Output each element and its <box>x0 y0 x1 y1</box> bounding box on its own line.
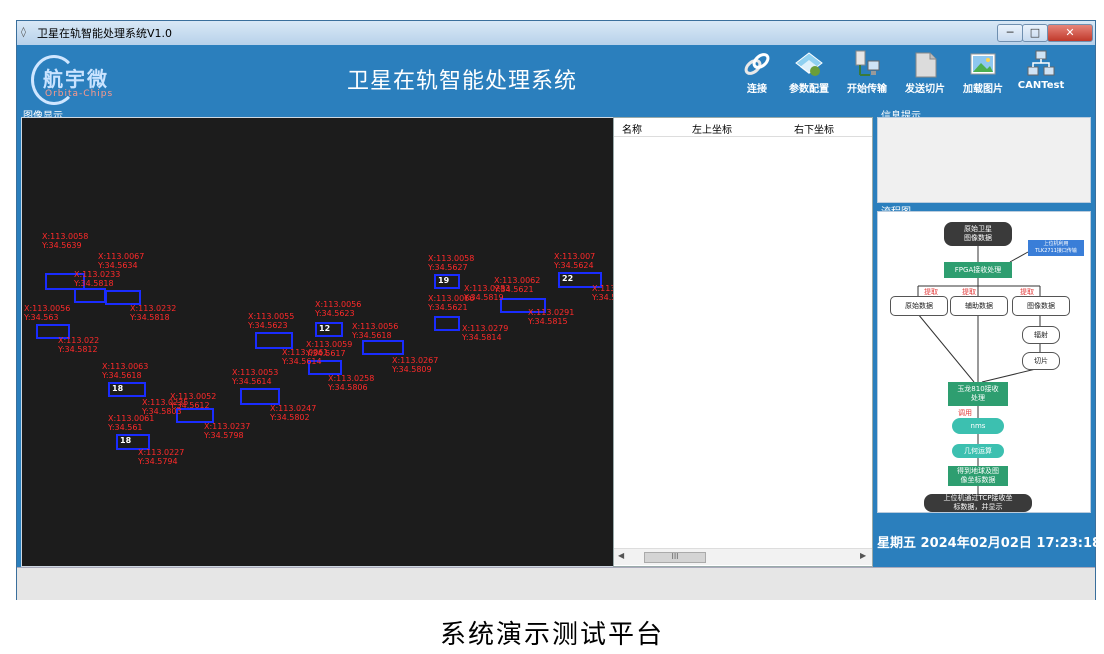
datetime-display: 星期五 2024年02月02日 17:23:18 <box>877 536 1102 551</box>
app-window: ◊ 卫星在轨智能处理系统V1.0 ─ □ ✕ 航宇微 Orbita-Chips … <box>16 20 1102 600</box>
flow-node-image-data: 图像数据 <box>1012 296 1070 316</box>
flow-node-geometry: 几何运算 <box>952 444 1004 458</box>
window-title: 卫星在轨智能处理系统V1.0 <box>37 27 173 40</box>
detection-coordinate-label: X:113.0061 Y:34.561 <box>108 414 155 432</box>
info-message-panel <box>877 117 1091 203</box>
detection-box[interactable] <box>362 340 404 355</box>
detection-overlay: X:113.0058 Y:34.5639 X:113.0067 Y:34.5634… <box>22 118 616 566</box>
detection-coordinate-label: X:113.0233 Y:34.5818 <box>74 270 121 288</box>
minimize-button[interactable]: ─ <box>997 24 1023 42</box>
detection-coordinate-label: X:113.0066 Y:34.5621 <box>428 294 475 312</box>
toolbar-label: 连接 <box>747 84 767 95</box>
company-logo: 航宇微 Orbita-Chips <box>25 49 121 105</box>
logo-text-cn: 航宇微 <box>43 67 109 91</box>
column-bottom-right[interactable]: 右下坐标 <box>794 121 834 136</box>
detection-box[interactable]: 18 <box>108 382 146 397</box>
detection-coordinate-label: X:113.0067 Y:34.5634 <box>98 252 145 270</box>
logo-text-en: Orbita-Chips <box>45 89 114 99</box>
scroll-thumb[interactable]: III <box>644 552 706 563</box>
detection-coordinate-label: X:113.0258 Y:34.5806 <box>328 374 375 392</box>
detection-coordinate-label: X:113.0056 Y:34.563 <box>24 304 71 322</box>
config-icon <box>795 52 823 76</box>
detection-coordinate-label: X:113.0063 Y:34.5618 <box>102 362 149 380</box>
detection-coordinate-label: X:113.0291 Y:34.5815 <box>528 308 575 326</box>
toolbar-load-image-button[interactable]: 加载图片 <box>955 49 1011 105</box>
detection-coordinate-label: X:113.022 Y:34.5812 <box>58 336 100 354</box>
detection-box[interactable] <box>240 388 280 405</box>
flow-node-yulong810: 玉龙810接收 处理 <box>948 382 1008 406</box>
column-top-left[interactable]: 左上坐标 <box>692 121 732 136</box>
detection-box[interactable] <box>255 332 293 349</box>
flow-node-raw-data: 原始数据 <box>890 296 948 316</box>
toolbar-cantest-button[interactable]: CANTest <box>1013 49 1069 105</box>
detection-coordinate-label: X:113.0232 Y:34.5818 <box>130 304 177 322</box>
send-slice-icon <box>915 52 937 78</box>
detection-coordinate-label: X:113.0247 Y:34.5802 <box>270 404 317 422</box>
detection-id: 19 <box>438 276 450 285</box>
detection-id: 18 <box>120 436 132 445</box>
flow-node-aux-data: 辅助数据 <box>950 296 1008 316</box>
detection-coordinate-label: X:113.0056 Y:34.5618 <box>352 322 399 340</box>
detection-coordinate-label: X:113.0055 Y:34.5623 <box>248 312 295 330</box>
detection-box[interactable]: 19 <box>434 274 460 289</box>
flowchart-panel: 原始卫星 图像数据 上位机利用 TLK2711接口传输 FPGA接收处理 提取 … <box>877 211 1091 513</box>
detection-coordinate-label: X:113.0237 Y:34.5798 <box>204 422 251 440</box>
toolbar-connect-button[interactable]: 连接 <box>729 49 785 105</box>
flow-node-tlk-transfer: 上位机利用 TLK2711接口传输 <box>1028 240 1084 256</box>
flow-node-slice: 切片 <box>1022 352 1060 370</box>
detection-id: 12 <box>319 324 331 333</box>
toolbar-transfer-button[interactable]: 开始传输 <box>839 49 895 105</box>
detection-coordinate-label: X:113.0227 Y:34.5794 <box>138 448 185 466</box>
detection-coordinate-label: X:113.0279 Y:34.5814 <box>462 324 509 342</box>
detection-coordinate-label: X:113.007 Y:34.5624 <box>554 252 596 270</box>
flow-edge-label: 调用 <box>958 409 972 417</box>
toolbar-label: 参数配置 <box>789 84 829 95</box>
toolbar-label: 加载图片 <box>963 84 1003 95</box>
detection-coordinate-label: X:113.0061 Y:34.5614 <box>282 348 329 366</box>
app-header: 航宇微 Orbita-Chips 卫星在轨智能处理系统 连接 参数配置 开始传输… <box>17 45 1095 109</box>
transfer-icon <box>855 50 880 76</box>
detection-coordinate-label: X:113.0053 Y:34.5614 <box>232 368 279 386</box>
status-bar <box>17 567 1095 600</box>
flow-node-fpga: FPGA接收处理 <box>944 262 1012 278</box>
toolbar-config-button[interactable]: 参数配置 <box>781 49 837 105</box>
toolbar-send-slice-button[interactable]: 发送切片 <box>897 49 953 105</box>
detection-box[interactable]: 12 <box>315 322 343 337</box>
toolbar-label: 开始传输 <box>847 84 887 95</box>
flow-node-tcp-display: 上位机通过TCP接收坐 标数据，并显示 <box>924 494 1032 512</box>
page-caption: 系统演示测试平台 <box>439 620 664 650</box>
detection-id: 18 <box>112 384 124 393</box>
detection-box[interactable] <box>434 316 460 331</box>
detection-coordinate-label: X:113.0267 Y:34.5809 <box>392 356 439 374</box>
maximize-button[interactable]: □ <box>1022 24 1048 42</box>
flow-node-coordinates: 得到地球及图 像坐标数据 <box>948 466 1008 486</box>
network-icon <box>1027 50 1055 76</box>
app-title: 卫星在轨智能处理系统 <box>347 69 578 94</box>
toolbar-label: CANTest <box>1017 80 1065 91</box>
title-bar: ◊ 卫星在轨智能处理系统V1.0 ─ □ ✕ <box>17 21 1095 45</box>
detection-coordinate-label: X:113.0056 Y:34.5623 <box>315 300 362 318</box>
detection-box[interactable] <box>74 288 106 303</box>
table-header: 名称 左上坐标 右下坐标 <box>614 118 872 137</box>
app-icon: ◊ <box>21 27 26 38</box>
scroll-right-icon[interactable]: ▶ <box>860 551 866 560</box>
flow-node-raw-image: 原始卫星 图像数据 <box>944 222 1012 246</box>
flow-node-nms: nms <box>952 418 1004 434</box>
close-button[interactable]: ✕ <box>1047 24 1093 42</box>
flow-node-radiation: 辐射 <box>1022 326 1060 344</box>
detection-coordinate-label: X:113.0058 Y:34.5639 <box>42 232 89 250</box>
link-icon <box>744 53 770 75</box>
horizontal-scrollbar[interactable]: ◀ III ▶ <box>614 548 872 565</box>
coordinates-table[interactable]: 名称 左上坐标 右下坐标 ◀ III ▶ <box>613 117 873 567</box>
image-display-panel[interactable]: X:113.0058 Y:34.5639 X:113.0067 Y:34.5634… <box>21 117 616 567</box>
image-icon <box>970 53 996 75</box>
column-name[interactable]: 名称 <box>622 121 642 136</box>
scroll-left-icon[interactable]: ◀ <box>618 551 624 560</box>
toolbar-label: 发送切片 <box>905 84 945 95</box>
detection-id: 22 <box>562 274 574 283</box>
detection-box[interactable] <box>105 290 141 305</box>
detection-coordinate-label: X:113.0058 Y:34.5627 <box>428 254 475 272</box>
